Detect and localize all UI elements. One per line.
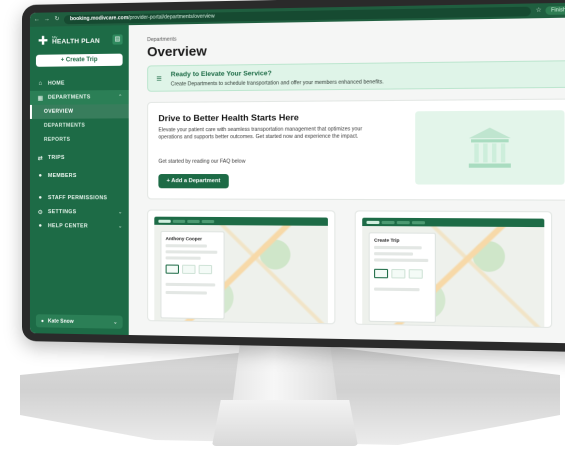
preview-panel: Create Trip: [368, 232, 436, 323]
preview-panel: Anthony Cooper: [160, 230, 225, 320]
preview-line: [374, 287, 420, 292]
preview-line: [165, 256, 201, 260]
user-icon: ●: [40, 317, 44, 324]
chevron-down-icon: ⌄: [118, 223, 123, 230]
preview-card-1[interactable]: Anthony Cooper: [147, 209, 336, 325]
sidebar-item-label: STAFF PERMISSIONS: [47, 195, 108, 202]
create-trip-button[interactable]: + Create Trip: [35, 53, 123, 67]
user-menu[interactable]: ● Kate Snow ⌄: [35, 314, 123, 329]
sparkle-icon: ≡: [156, 73, 162, 84]
hero-illustration: [415, 110, 565, 185]
browser-actions: ☆ Finish update: [535, 5, 565, 15]
preview-line: [374, 245, 422, 250]
sidebar-item-label: SETTINGS: [47, 209, 77, 216]
monitor-stand-base: [212, 400, 358, 446]
preview-panel-title: Create Trip: [374, 237, 400, 243]
preview-line: [165, 250, 218, 254]
sidebar-item-home[interactable]: ⌂ HOME: [30, 76, 129, 91]
gear-icon: ⚙: [37, 209, 44, 216]
preview-chip: [374, 268, 389, 279]
monitor: ← → ↻ booking.modivcare.com/provider-por…: [22, 0, 565, 353]
person-icon: ●: [38, 173, 43, 180]
sidebar-subitem-overview[interactable]: OVERVIEW: [29, 104, 129, 119]
preview-tab: [158, 219, 171, 223]
preview-tab: [187, 219, 200, 223]
breadcrumb[interactable]: Departments: [147, 37, 176, 44]
preview-chip: [391, 268, 406, 279]
preview-line: [374, 252, 414, 256]
logo-title: HEALTH PLAN: [52, 37, 100, 46]
sidebar-item-settings[interactable]: ⚙ SETTINGS ⌄: [30, 205, 129, 220]
finish-update-button[interactable]: Finish update: [545, 5, 565, 15]
info-banner: ≡ Ready to Elevate Your Service? Create …: [147, 60, 565, 92]
logo-row: ✚ My HEALTH PLAN ▤: [30, 25, 129, 48]
sidebar-item-label: HOME: [47, 80, 65, 87]
sidebar-item-staff-permissions[interactable]: ● STAFF PERMISSIONS: [30, 191, 129, 205]
sidebar-item-departments[interactable]: ▦ DEPARTMENTS ⌃: [29, 89, 129, 105]
sidebar-nav: ⌂ HOME ▦ DEPARTMENTS ⌃ OVERVIEW DEPARTME…: [29, 76, 129, 234]
forward-icon[interactable]: →: [44, 16, 50, 22]
preview-line: [165, 290, 207, 295]
hero-card: Drive to Better Health Starts Here Eleva…: [147, 98, 565, 201]
preview-tab: [172, 219, 186, 223]
sidebar-item-help-center[interactable]: ● HELP CENTER ⌄: [30, 219, 129, 234]
sidebar-item-label: DEPARTMENTS: [47, 94, 91, 101]
preview-line: [165, 282, 216, 287]
preview-tab: [381, 220, 395, 224]
user-name: Kate Snow: [47, 317, 74, 325]
preview-line: [374, 258, 429, 263]
screen: ← → ↻ booking.modivcare.com/provider-por…: [29, 2, 565, 344]
chevron-up-icon: ⌃: [118, 94, 123, 101]
add-department-button[interactable]: + Add a Department: [158, 174, 229, 189]
hero-title: Drive to Better Health Starts Here: [158, 112, 299, 124]
preview-tab: [411, 220, 425, 224]
sidebar: ✚ My HEALTH PLAN ▤ + Create Trip ⌂ HOME …: [29, 25, 129, 335]
banner-text: Create Departments to schedule transport…: [170, 79, 384, 88]
page-title: Overview: [147, 43, 207, 60]
preview-tab: [366, 220, 380, 224]
star-icon[interactable]: ☆: [535, 8, 542, 14]
preview-card-2[interactable]: Create Trip: [354, 210, 553, 329]
preview-line: [165, 244, 207, 248]
preview-panel-title: Anthony Cooper: [165, 236, 202, 242]
route-icon: ⇄: [37, 155, 44, 162]
sidebar-subitem-reports[interactable]: REPORTS: [30, 133, 129, 147]
preview-chip: [182, 264, 196, 275]
home-icon: ⌂: [38, 80, 43, 87]
hero-faq-text: Get started by reading our FAQ below: [158, 158, 246, 165]
sidebar-item-label: HELP CENTER: [47, 223, 88, 230]
sidebar-item-members[interactable]: ● MEMBERS: [30, 169, 129, 183]
chevron-down-icon: ⌄: [113, 319, 118, 326]
preview-chip: [165, 264, 179, 274]
health-plan-logo-icon: ✚: [37, 33, 48, 48]
preview-chip: [408, 269, 423, 279]
sidebar-item-trips[interactable]: ⇄ TRIPS: [30, 151, 129, 165]
chevron-down-icon: ⌄: [118, 209, 123, 216]
sidebar-subitem-departments[interactable]: DEPARTMENTS: [30, 118, 129, 133]
preview-chip: [198, 264, 213, 275]
sidebar-item-label: TRIPS: [47, 154, 65, 161]
building-icon: ▦: [37, 95, 44, 102]
preview-tab: [201, 219, 215, 223]
sidebar-item-label: MEMBERS: [47, 173, 77, 180]
logo-text: My HEALTH PLAN: [52, 34, 100, 46]
people-icon: ●: [38, 195, 43, 202]
preview-tab: [396, 220, 410, 224]
banner-title: Ready to Elevate Your Service?: [170, 70, 272, 79]
help-icon: ●: [38, 223, 43, 230]
main-content: Departments Overview ≡ Ready to Elevate …: [128, 17, 565, 344]
building-illustration-icon: [468, 127, 511, 168]
hero-text: Elevate your patient care with seamless …: [158, 126, 363, 141]
back-icon[interactable]: ←: [34, 17, 40, 23]
reload-icon[interactable]: ↻: [54, 16, 60, 22]
url-path: /provider-portal/departments/overview: [128, 12, 215, 21]
url-host: booking.modivcare.com: [70, 14, 129, 22]
collapse-sidebar-icon[interactable]: ▤: [112, 34, 123, 45]
